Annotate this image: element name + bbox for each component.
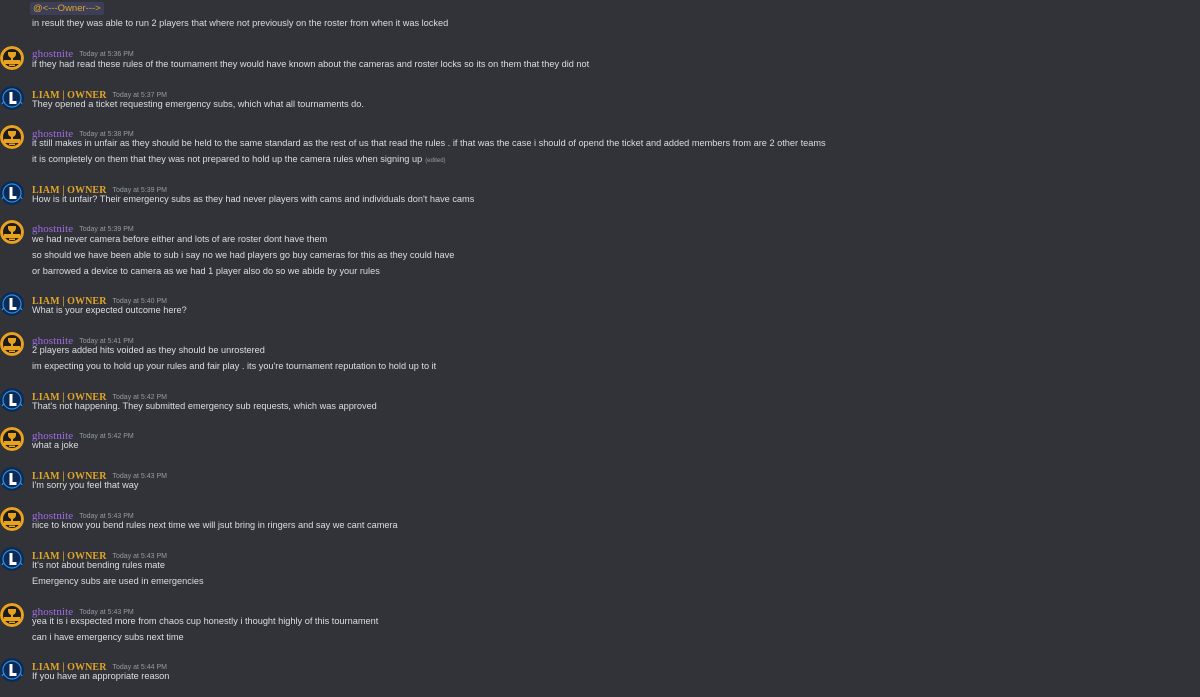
timestamp: Today at 5:36 PM bbox=[79, 51, 134, 58]
message-text: it is completely on them that they was n… bbox=[32, 154, 423, 164]
ghostnite-avatar[interactable] bbox=[0, 125, 24, 149]
message-line: or barrowed a device to camera as we had… bbox=[32, 266, 380, 276]
timestamp: Today at 5:39 PM bbox=[79, 226, 134, 233]
liam-avatar[interactable] bbox=[0, 181, 24, 205]
message-line: If you have an appropriate reason bbox=[32, 671, 170, 681]
message-line: it is completely on them that they was n… bbox=[32, 153, 446, 167]
message-line: can i have emergency subs next time bbox=[32, 632, 184, 642]
message-line: It's not about bending rules mate bbox=[32, 560, 166, 570]
message-line: nice to know you bend rules next time we… bbox=[32, 520, 398, 530]
trophy-badge-avatar-icon bbox=[0, 507, 24, 531]
message-line: in result they was able to run 2 players… bbox=[32, 18, 449, 28]
message-line: yea it is i exspected more from chaos cu… bbox=[32, 616, 379, 626]
message-line: so should we have been able to sub i say… bbox=[32, 250, 455, 260]
message-line: what a joke bbox=[32, 440, 79, 450]
message-line: I'm sorry you feel that way bbox=[32, 480, 139, 490]
letter-l-logo-avatar-icon bbox=[0, 292, 24, 316]
liam-avatar[interactable] bbox=[0, 547, 24, 571]
message-line: What is your expected outcome here? bbox=[32, 305, 187, 315]
liam-avatar[interactable] bbox=[0, 86, 24, 110]
message-line: Emergency subs are used in emergencies bbox=[32, 576, 204, 586]
message-line: 2 players added hits voided as they shou… bbox=[32, 345, 265, 355]
message-line: it still makes in unfair as they should … bbox=[32, 138, 826, 148]
letter-l-logo-avatar-icon bbox=[0, 658, 24, 682]
message-line: That's not happening. They submitted eme… bbox=[32, 401, 377, 411]
letter-l-logo-avatar-icon bbox=[0, 547, 24, 571]
ghostnite-avatar[interactable] bbox=[0, 603, 24, 627]
liam-avatar[interactable] bbox=[0, 658, 24, 682]
ghostnite-avatar[interactable] bbox=[0, 46, 24, 70]
trophy-badge-avatar-icon bbox=[0, 46, 24, 70]
message-line: How is it unfair? Their emergency subs a… bbox=[32, 194, 475, 204]
message-line: im expecting you to hold up your rules a… bbox=[32, 361, 437, 371]
letter-l-logo-avatar-icon bbox=[0, 181, 24, 205]
timestamp: Today at 5:42 PM bbox=[79, 433, 134, 440]
message-line: They opened a ticket requesting emergenc… bbox=[32, 99, 364, 109]
message-line: we had never camera before either and lo… bbox=[32, 234, 328, 244]
chat-log: @<---Owner---> in result they was able t… bbox=[0, 0, 1200, 697]
trophy-badge-avatar-icon bbox=[0, 603, 24, 627]
letter-l-logo-avatar-icon bbox=[0, 467, 24, 491]
liam-avatar[interactable] bbox=[0, 467, 24, 491]
ghostnite-avatar[interactable] bbox=[0, 427, 24, 451]
trophy-badge-avatar-icon bbox=[0, 220, 24, 244]
message-line: if they had read these rules of the tour… bbox=[32, 59, 590, 69]
ghostnite-avatar[interactable] bbox=[0, 220, 24, 244]
trophy-badge-avatar-icon bbox=[0, 427, 24, 451]
trophy-badge-avatar-icon bbox=[0, 125, 24, 149]
owner-mention[interactable]: @<---Owner---> bbox=[30, 2, 104, 15]
liam-avatar[interactable] bbox=[0, 388, 24, 412]
trophy-badge-avatar-icon bbox=[0, 332, 24, 356]
liam-avatar[interactable] bbox=[0, 292, 24, 316]
ghostnite-avatar[interactable] bbox=[0, 507, 24, 531]
edited-tag: (edited) bbox=[425, 158, 446, 164]
letter-l-logo-avatar-icon bbox=[0, 388, 24, 412]
letter-l-logo-avatar-icon bbox=[0, 86, 24, 110]
ghostnite-avatar[interactable] bbox=[0, 332, 24, 356]
